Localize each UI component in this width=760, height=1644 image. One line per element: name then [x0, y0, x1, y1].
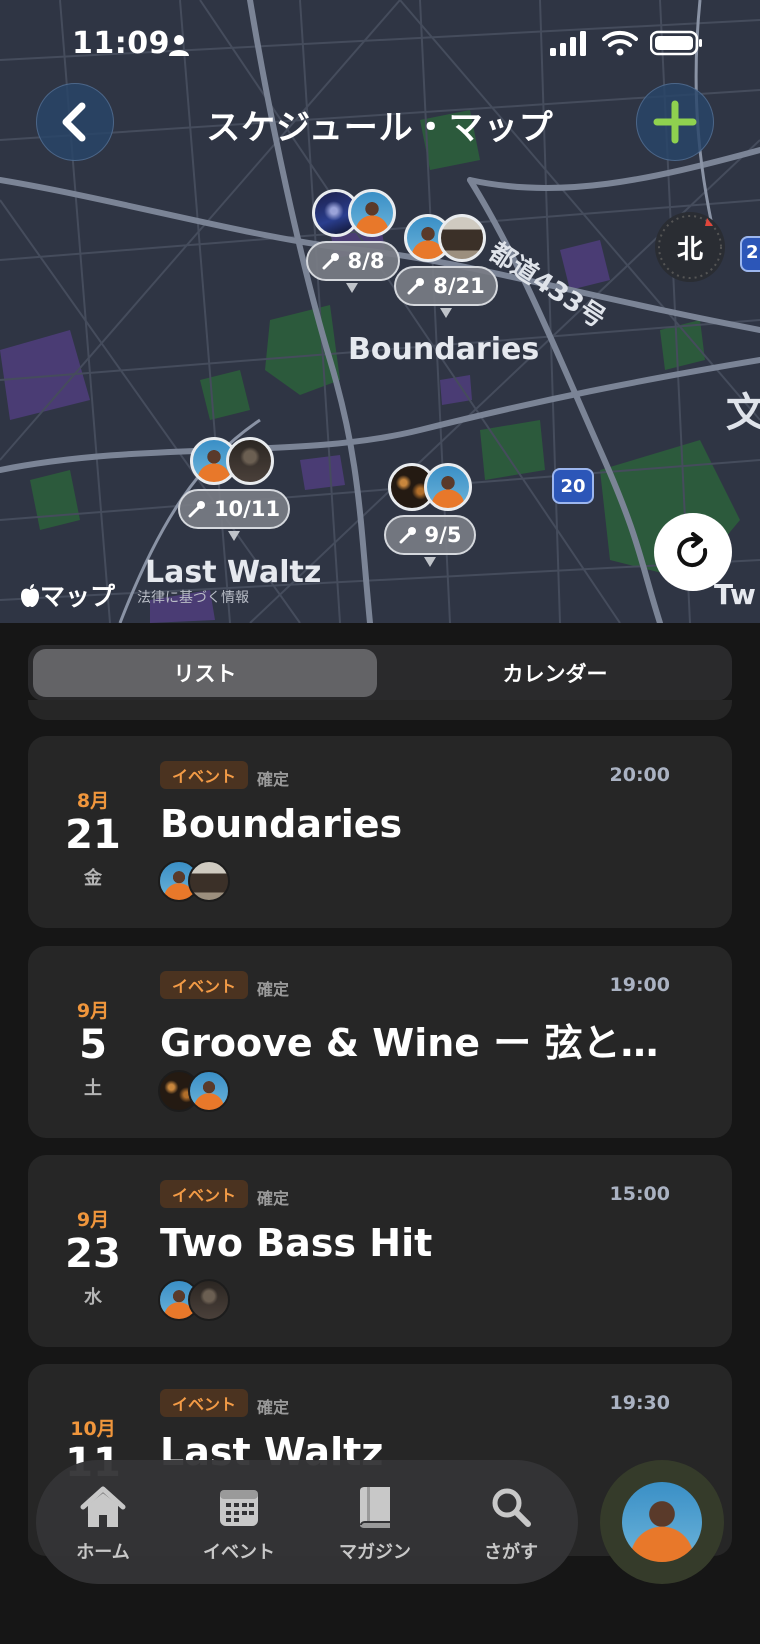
event-day: 21: [65, 812, 121, 858]
pin-date-chip: 8/21: [394, 266, 498, 306]
avatar: [188, 1279, 230, 1321]
plus-icon: [653, 100, 697, 144]
microphone-icon: [407, 278, 425, 295]
pin-date-chip: 8/8: [306, 241, 400, 281]
event-type-badge: イベント: [160, 1180, 249, 1208]
event-month: 9月: [76, 1209, 110, 1231]
event-title: Two Bass Hit: [160, 1221, 433, 1265]
event-time: 19:00: [609, 974, 670, 996]
pin-date-chip: 9/5: [384, 515, 476, 555]
profile-button[interactable]: [600, 1460, 724, 1584]
status-time: 11:09: [72, 26, 170, 61]
legal-link[interactable]: 法律に基づく情報: [137, 587, 249, 607]
map-place-boundaries[interactable]: Boundaries: [348, 332, 539, 367]
event-status: 確定: [257, 980, 290, 999]
refresh-icon: [677, 532, 708, 568]
tab-home[interactable]: ホーム: [48, 1484, 158, 1564]
search-icon: [492, 1488, 531, 1527]
event-weekday: 金: [84, 868, 102, 889]
event-weekday: 水: [84, 1287, 102, 1308]
event-time: 15:00: [609, 1183, 670, 1205]
pin-date-chip: 10/11: [178, 489, 290, 529]
apple-maps-label: マップ: [40, 582, 116, 611]
avatar: [188, 1070, 230, 1112]
pin-date: 10/11: [213, 497, 281, 521]
event-day: 23: [65, 1231, 121, 1277]
event-title: Groove & Wine ー 弦と葡…: [160, 1021, 680, 1065]
tab-search[interactable]: さがす: [456, 1484, 566, 1564]
tab-magazine-label: マガジン: [339, 1542, 411, 1563]
pin-tail: [440, 308, 452, 318]
status-bar: 11:09: [0, 0, 760, 92]
event-status: 確定: [257, 770, 290, 789]
microphone-icon: [322, 253, 339, 270]
event-card[interactable]: 9月 5 土 イベント 確定 19:00 Groove & Wine ー 弦と葡…: [28, 946, 732, 1138]
event-card[interactable]: 8月 21 金 イベント 確定 20:00 Boundaries: [28, 736, 732, 928]
page-title: スケジュール・マップ: [206, 108, 554, 148]
bottom-tab-bar: ホーム イベント マガジン さがす: [36, 1460, 578, 1584]
avatar: [226, 437, 274, 485]
map-area-label: 文: [726, 390, 760, 436]
event-type-badge: イベント: [160, 761, 249, 789]
pin-tail: [424, 557, 436, 567]
event-weekday: 土: [84, 1078, 102, 1099]
event-time: 20:00: [609, 764, 670, 786]
home-icon: [80, 1486, 126, 1527]
pin-tail: [228, 531, 240, 541]
pin-tail: [346, 283, 358, 293]
pin-date: 8/21: [433, 274, 485, 298]
event-time: 19:30: [609, 1392, 670, 1414]
add-button[interactable]: [636, 83, 714, 161]
segment-calendar[interactable]: カレンダー: [383, 649, 727, 697]
wifi-icon: [602, 30, 638, 56]
event-status: 確定: [257, 1189, 290, 1208]
event-card[interactable]: 9月 23 水 イベント 確定 15:00 Two Bass Hit: [28, 1155, 732, 1347]
back-icon: [62, 102, 86, 142]
event-title: Boundaries: [160, 802, 403, 846]
event-status: 確定: [257, 1398, 290, 1417]
segment-list[interactable]: リスト: [33, 649, 377, 697]
event-day: 5: [79, 1022, 107, 1068]
event-month: 10月: [70, 1418, 116, 1440]
tab-event-label: イベント: [203, 1542, 275, 1563]
map-view[interactable]: 11:09 スケジュール・マップ 北 Boundaries Last Waltz…: [0, 0, 760, 623]
tab-event[interactable]: イベント: [184, 1484, 294, 1564]
compass-button[interactable]: 北: [655, 212, 725, 282]
pin-date: 8/8: [347, 249, 385, 273]
view-segmented-control: リスト カレンダー: [28, 645, 732, 701]
microphone-icon: [188, 501, 205, 518]
map-place-last-waltz[interactable]: Last Waltz: [145, 555, 321, 590]
apple-maps-logo: マップ: [20, 577, 115, 613]
pin-date: 9/5: [424, 523, 462, 547]
route-shield: 20: [552, 468, 594, 504]
signal-icon: [550, 31, 586, 56]
event-type-badge: イベント: [160, 971, 249, 999]
tab-search-label: さがす: [484, 1542, 538, 1563]
microphone-icon: [399, 527, 416, 544]
calendar-icon: [220, 1490, 258, 1526]
avatar: [622, 1482, 702, 1562]
book-icon: [360, 1487, 390, 1528]
previous-card-edge: [28, 700, 732, 720]
event-month: 9月: [76, 1000, 110, 1022]
person-icon: [169, 35, 189, 56]
map-roads: [0, 0, 760, 623]
avatar: [424, 463, 472, 511]
map-place-tw: Tw: [714, 578, 756, 611]
compass-icon: [658, 215, 722, 279]
tab-magazine[interactable]: マガジン: [320, 1484, 430, 1564]
back-button[interactable]: [36, 83, 114, 161]
route-shield-2: 2: [740, 236, 760, 272]
event-type-badge: イベント: [160, 1389, 249, 1417]
event-month: 8月: [76, 790, 110, 812]
tab-home-label: ホーム: [76, 1542, 130, 1563]
battery-icon: [650, 30, 702, 56]
avatar: [438, 214, 486, 262]
apple-icon: [21, 584, 39, 607]
avatar: [188, 860, 230, 902]
avatar: [348, 189, 396, 237]
